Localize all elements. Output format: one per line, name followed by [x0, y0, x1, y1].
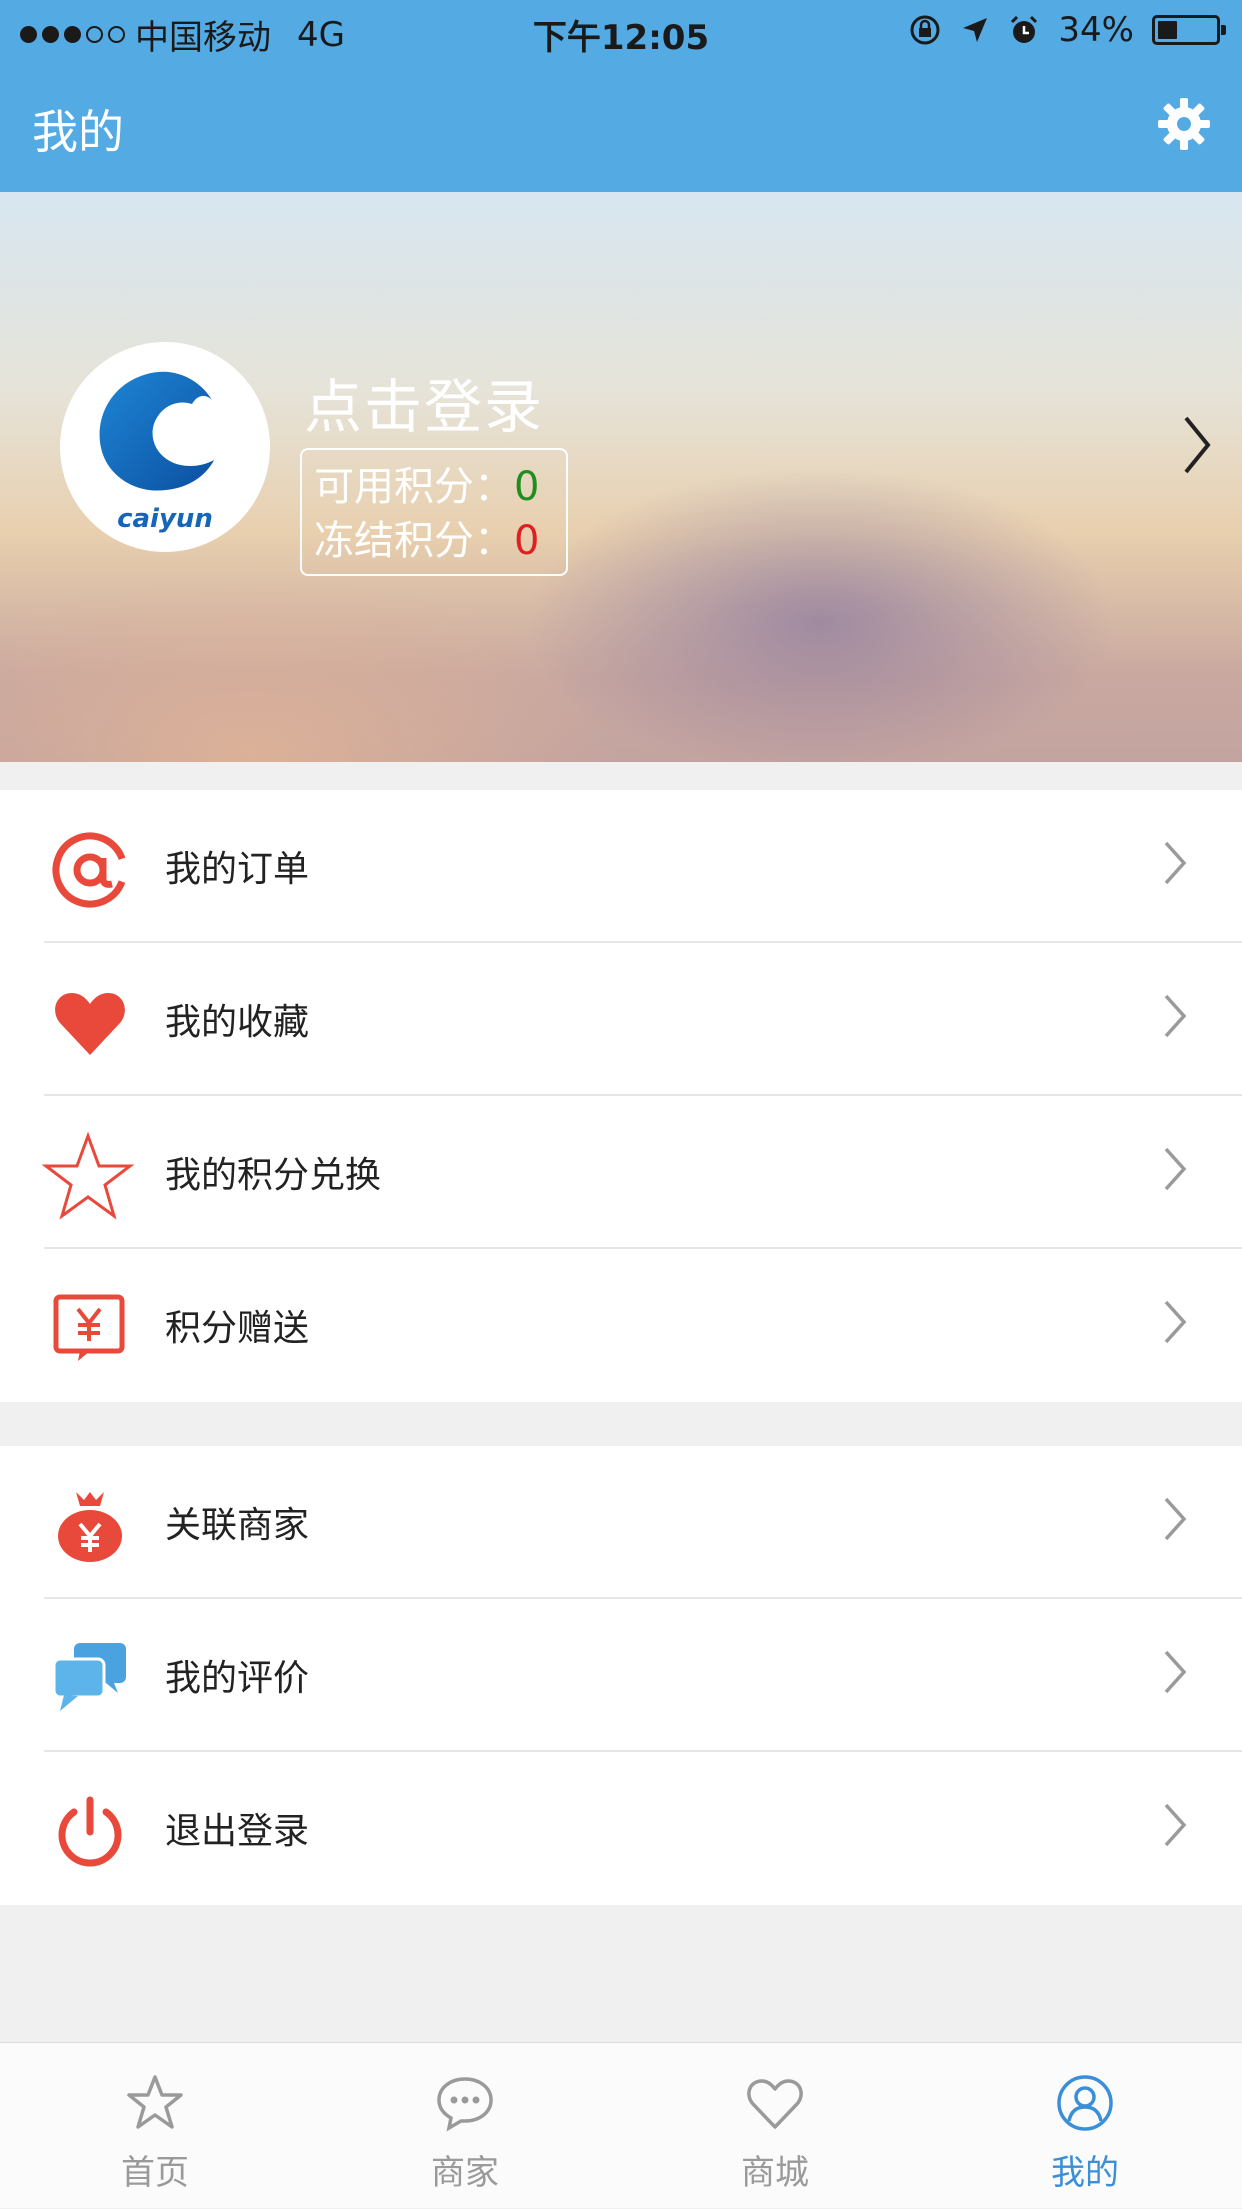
- star-icon: [127, 2075, 183, 2129]
- chevron-right-icon: [1164, 1497, 1187, 1541]
- power-icon: [58, 1796, 122, 1867]
- avatar[interactable]: caiyun: [60, 342, 270, 552]
- login-prompt[interactable]: 点击登录: [304, 360, 544, 444]
- menu-item-linked-merchants[interactable]: 关联商家: [0, 1446, 1242, 1599]
- profile-banner[interactable]: caiyun 点击登录 可用积分：0 冻结积分：0: [0, 192, 1242, 762]
- alarm-icon: [1011, 15, 1038, 43]
- battery-percent: 34%: [1058, 10, 1134, 50]
- menu-item-my-reviews[interactable]: 我的评价: [0, 1599, 1242, 1752]
- gear-icon[interactable]: [1156, 96, 1212, 152]
- heart-icon: [747, 2079, 803, 2129]
- rotation-lock-icon: [910, 15, 940, 45]
- battery-icon: [1152, 15, 1226, 45]
- menu-label: 我的积分兑换: [165, 1155, 382, 1196]
- tab-mall[interactable]: 商城: [620, 2043, 930, 2209]
- tab-bar: 首页 商家 商城 我的: [0, 2042, 1242, 2208]
- tab-home[interactable]: 首页: [0, 2043, 310, 2209]
- frozen-points-value: 0: [514, 518, 540, 564]
- tab-label: 商城: [741, 2153, 809, 2193]
- svg-text:caiyun: caiyun: [117, 504, 213, 534]
- tab-label: 我的: [1051, 2153, 1119, 2193]
- menu-item-my-orders[interactable]: 我的订单: [0, 790, 1242, 943]
- tab-label: 首页: [121, 2153, 189, 2193]
- chevron-right-icon[interactable]: [1180, 414, 1214, 476]
- points-box: 可用积分：0 冻结积分：0: [300, 448, 568, 576]
- chevron-right-icon: [1164, 1147, 1187, 1191]
- money-bag-icon: [58, 1492, 122, 1562]
- menu-label: 退出登录: [165, 1811, 310, 1852]
- chevron-right-icon: [1164, 1650, 1187, 1694]
- chat-icon: [437, 2077, 493, 2132]
- chevron-right-icon: [1164, 841, 1187, 885]
- tab-mine[interactable]: 我的: [930, 2043, 1240, 2209]
- tab-merchants[interactable]: 商家: [310, 2043, 620, 2209]
- chevron-right-icon: [1164, 1803, 1187, 1847]
- tab-label: 商家: [431, 2153, 499, 2193]
- caiyun-logo: caiyun: [99, 371, 214, 534]
- menu-group-account: 我的订单 我的收藏 我的积分兑换 积分赠送: [0, 790, 1242, 1402]
- available-points-label: 可用积分：: [314, 464, 514, 510]
- heart-icon: [55, 993, 125, 1055]
- menu-item-points-exchange[interactable]: 我的积分兑换: [0, 1096, 1242, 1249]
- menu-label: 积分赠送: [165, 1308, 310, 1349]
- frozen-points-label: 冻结积分：: [314, 518, 514, 564]
- available-points-value: 0: [514, 464, 540, 510]
- chevron-right-icon: [1164, 1300, 1187, 1344]
- available-points: 可用积分：0: [314, 460, 566, 514]
- menu-label: 我的订单: [165, 849, 310, 890]
- menu-label: 我的评价: [165, 1658, 310, 1699]
- yuan-card-icon: [53, 1294, 125, 1361]
- chat-bubbles-icon: [52, 1643, 126, 1711]
- chevron-right-icon: [1164, 994, 1187, 1038]
- frozen-points: 冻结积分：0: [314, 514, 566, 568]
- star-icon: [42, 1131, 134, 1220]
- menu-label: 关联商家: [165, 1505, 310, 1546]
- menu-item-points-gift[interactable]: 积分赠送: [0, 1249, 1242, 1402]
- page-title: 我的: [32, 105, 124, 159]
- at-sign-icon: [52, 832, 128, 908]
- menu-group-more: 关联商家 我的评价 退出登录: [0, 1446, 1242, 1905]
- menu-label: 我的收藏: [165, 1002, 310, 1043]
- status-bar: 中国移动 4G 下午12:05 34%: [0, 0, 1242, 62]
- menu-item-my-favorites[interactable]: 我的收藏: [0, 943, 1242, 1096]
- menu-item-logout[interactable]: 退出登录: [0, 1752, 1242, 1905]
- user-icon: [1057, 2075, 1113, 2131]
- location-arrow-icon: [963, 18, 988, 42]
- top-bar: 中国移动 4G 下午12:05 34% 我的: [0, 0, 1242, 192]
